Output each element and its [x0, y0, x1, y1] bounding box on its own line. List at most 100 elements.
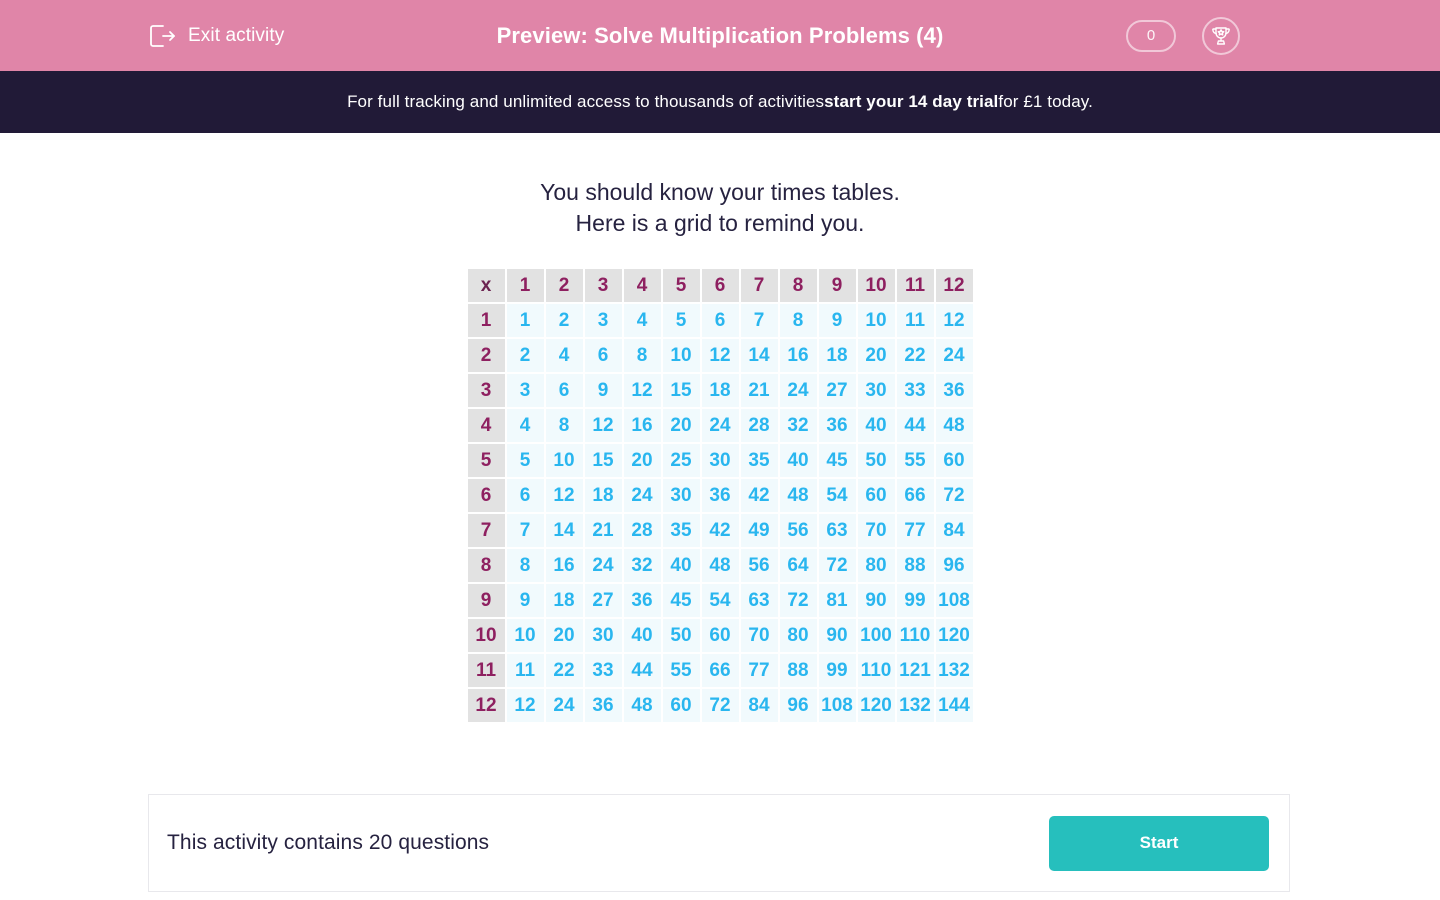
grid-cell: 42	[701, 514, 739, 547]
grid-row: 3 3 6 9 12 15 18 21 24 27 30 33 36	[467, 374, 973, 407]
grid-cell: 22	[545, 654, 583, 687]
exit-activity-button[interactable]: Exit activity	[148, 23, 284, 49]
grid-cell: 60	[701, 619, 739, 652]
grid-cell: 20	[623, 444, 661, 477]
start-button[interactable]: Start	[1049, 815, 1269, 871]
grid-cell: 50	[662, 619, 700, 652]
page-title: Preview: Solve Multiplication Problems (…	[496, 22, 944, 48]
grid-cell: 24	[701, 409, 739, 442]
grid-row-header: 11	[467, 654, 505, 687]
grid-cell: 3	[506, 374, 544, 407]
grid-cell: 96	[935, 549, 973, 582]
grid-cell: 24	[584, 549, 622, 582]
grid-cell: 45	[662, 584, 700, 617]
times-table-grid: x 1 2 3 4 5 6 7 8 9 10 11 12 1 1 2 3 4 5 6 7 8 9 10 11 12 2 2 4 6 8 10 1…	[466, 267, 975, 724]
grid-cell: 90	[857, 584, 895, 617]
grid-cell: 88	[896, 549, 934, 582]
exit-activity-label: Exit activity	[188, 24, 285, 46]
grid-header-row: x 1 2 3 4 5 6 7 8 9 10 11 12	[467, 269, 973, 302]
grid-cell: 12	[545, 479, 583, 512]
trophy-icon	[1210, 25, 1232, 47]
trophy-button[interactable]	[1202, 16, 1240, 55]
grid-column-header: 10	[857, 269, 895, 302]
grid-cell: 21	[740, 374, 778, 407]
grid-cell: 15	[584, 444, 622, 477]
grid-cell: 25	[662, 444, 700, 477]
grid-cell: 12	[506, 689, 544, 722]
grid-cell: 63	[818, 514, 856, 547]
grid-cell: 48	[623, 689, 661, 722]
grid-row-header: 5	[467, 444, 505, 477]
grid-cell: 12	[623, 374, 661, 407]
grid-cell: 54	[818, 479, 856, 512]
grid-cell: 21	[584, 514, 622, 547]
grid-cell: 96	[779, 689, 817, 722]
grid-cell: 144	[935, 689, 973, 722]
grid-cell: 63	[740, 584, 778, 617]
grid-row-header: 3	[467, 374, 505, 407]
grid-cell: 4	[623, 304, 661, 337]
grid-cell: 72	[935, 479, 973, 512]
grid-cell: 10	[662, 339, 700, 372]
grid-corner-cell: x	[467, 269, 505, 302]
grid-cell: 6	[701, 304, 739, 337]
grid-cell: 7	[740, 304, 778, 337]
grid-cell: 84	[935, 514, 973, 547]
grid-column-header: 12	[935, 269, 973, 302]
grid-cell: 56	[740, 549, 778, 582]
grid-cell: 36	[818, 409, 856, 442]
grid-row: 2 2 4 6 8 10 12 14 16 18 20 22 24	[467, 339, 973, 372]
score-badge[interactable]: 0	[1126, 19, 1176, 52]
grid-cell: 24	[545, 689, 583, 722]
activity-content: You should know your times tables. Here …	[0, 133, 1440, 900]
grid-column-header: 5	[662, 269, 700, 302]
grid-cell: 42	[740, 479, 778, 512]
grid-cell: 121	[896, 654, 934, 687]
grid-cell: 10	[506, 619, 544, 652]
grid-cell: 18	[701, 374, 739, 407]
grid-cell: 14	[545, 514, 583, 547]
grid-cell: 6	[584, 339, 622, 372]
grid-cell: 27	[584, 584, 622, 617]
grid-cell: 12	[701, 339, 739, 372]
grid-cell: 28	[740, 409, 778, 442]
grid-cell: 20	[545, 619, 583, 652]
grid-row-header: 2	[467, 339, 505, 372]
grid-cell: 12	[584, 409, 622, 442]
grid-cell: 72	[818, 549, 856, 582]
grid-cell: 80	[779, 619, 817, 652]
banner-trial-link[interactable]: start your 14 day trial	[824, 92, 998, 112]
activity-prompt: You should know your times tables. Here …	[0, 133, 1440, 239]
grid-cell: 36	[701, 479, 739, 512]
grid-cell: 72	[701, 689, 739, 722]
grid-cell: 4	[545, 339, 583, 372]
grid-cell: 80	[857, 549, 895, 582]
grid-row: 10 10 20 30 40 50 60 70 80 90 100 110 120	[467, 619, 973, 652]
grid-row-header: 7	[467, 514, 505, 547]
grid-cell: 48	[779, 479, 817, 512]
grid-cell: 48	[701, 549, 739, 582]
grid-cell: 72	[779, 584, 817, 617]
grid-row: 6 6 12 18 24 30 36 42 48 54 60 66 72	[467, 479, 973, 512]
grid-cell: 18	[545, 584, 583, 617]
grid-column-header: 7	[740, 269, 778, 302]
grid-cell: 2	[506, 339, 544, 372]
grid-cell: 99	[896, 584, 934, 617]
grid-cell: 36	[623, 584, 661, 617]
grid-cell: 20	[662, 409, 700, 442]
grid-cell: 11	[896, 304, 934, 337]
grid-cell: 20	[857, 339, 895, 372]
grid-cell: 132	[935, 654, 973, 687]
grid-cell: 56	[779, 514, 817, 547]
grid-cell: 8	[623, 339, 661, 372]
grid-column-header: 3	[584, 269, 622, 302]
grid-cell: 27	[818, 374, 856, 407]
grid-cell: 15	[662, 374, 700, 407]
grid-cell: 30	[584, 619, 622, 652]
grid-cell: 55	[896, 444, 934, 477]
grid-column-header: 2	[545, 269, 583, 302]
grid-row-header: 4	[467, 409, 505, 442]
grid-column-header: 8	[779, 269, 817, 302]
grid-cell: 70	[740, 619, 778, 652]
grid-column-header: 1	[506, 269, 544, 302]
